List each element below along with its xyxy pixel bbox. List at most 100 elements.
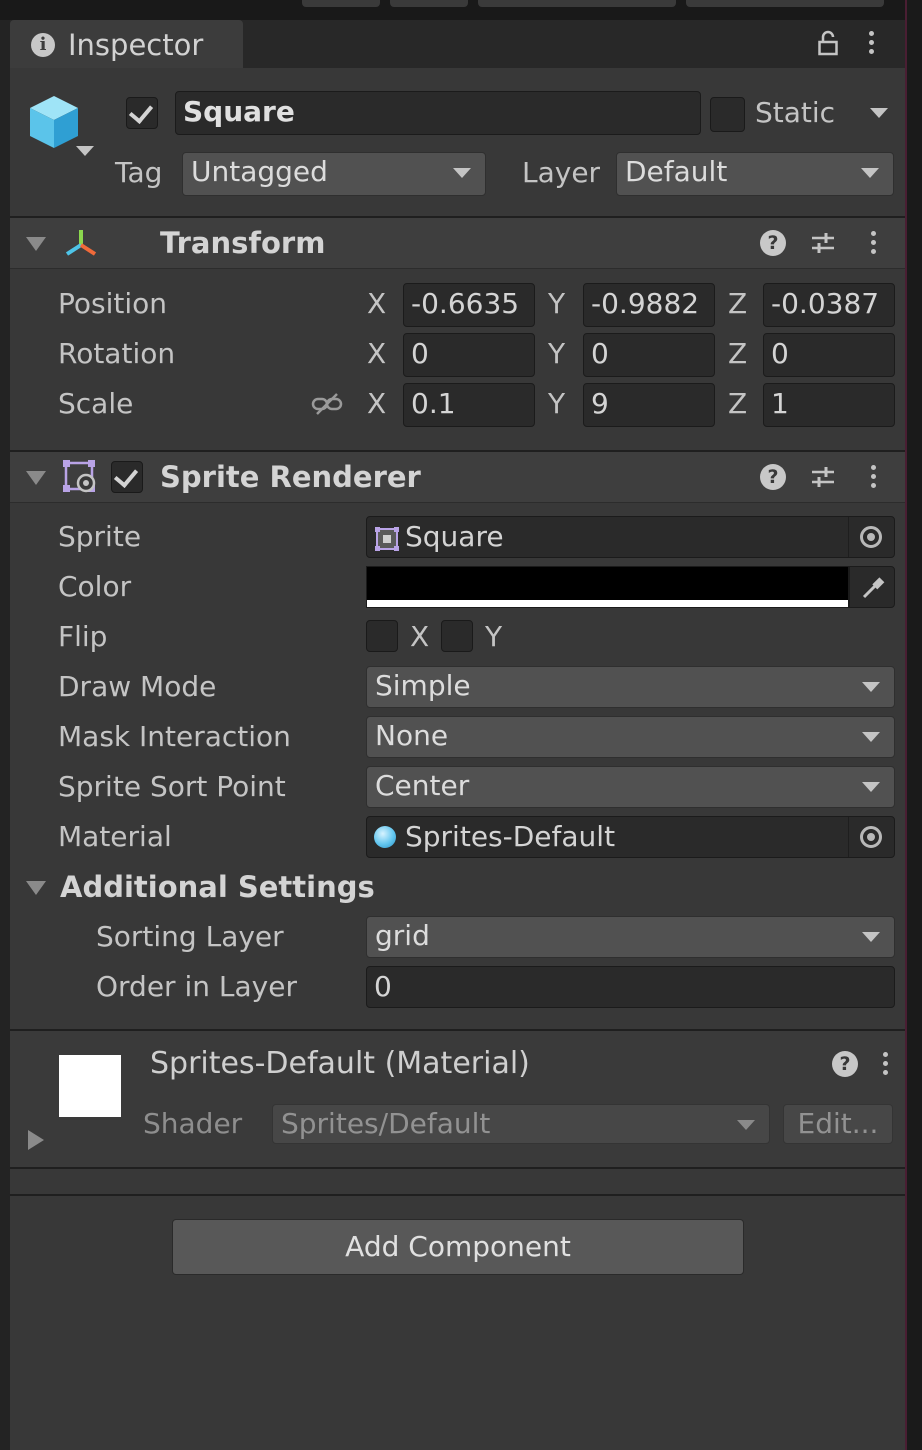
draw-mode-value: Simple	[375, 669, 471, 702]
constrain-proportions-link-icon[interactable]	[311, 392, 343, 416]
material-value: Sprites-Default	[405, 820, 616, 853]
divider	[10, 1194, 905, 1196]
tag-value: Untagged	[191, 155, 328, 188]
tab-inspector-label: Inspector	[68, 28, 204, 62]
static-dropdown-chevron-icon[interactable]	[870, 108, 888, 118]
tag-dropdown[interactable]: Untagged	[182, 152, 486, 196]
material-section-title: Sprites-Default (Material)	[150, 1046, 530, 1081]
chevron-down-icon	[453, 168, 471, 178]
add-component-button[interactable]: Add Component	[172, 1219, 744, 1275]
shader-edit-button[interactable]: Edit...	[783, 1104, 893, 1144]
rotation-x-input[interactable]: 0	[403, 333, 535, 377]
position-y-input[interactable]: -0.9882	[583, 283, 715, 327]
divider	[10, 1167, 905, 1169]
mask-interaction-dropdown[interactable]: None	[366, 716, 895, 758]
transform-menu-icon[interactable]	[871, 231, 877, 258]
sprite-renderer-enabled-checkbox[interactable]	[111, 461, 143, 493]
scale-z-input[interactable]: 1	[763, 383, 895, 427]
axis-z-label[interactable]: Z	[728, 387, 747, 420]
presets-icon[interactable]	[810, 464, 836, 490]
rotation-y-input[interactable]: 0	[583, 333, 715, 377]
axis-z-label[interactable]: Z	[728, 287, 747, 320]
object-name-input[interactable]: Square	[175, 91, 701, 135]
object-picker-icon[interactable]	[860, 526, 882, 548]
help-icon[interactable]: ?	[760, 464, 786, 490]
alpha-bar	[367, 600, 848, 607]
axis-x-label[interactable]: X	[367, 287, 386, 320]
tab-menu-icon[interactable]	[869, 31, 875, 58]
axis-y-label[interactable]: Y	[548, 387, 565, 420]
toolbar-tab-fragment	[390, 0, 468, 7]
sprite-renderer-title: Sprite Renderer	[160, 460, 421, 494]
flip-x-checkbox[interactable]	[366, 620, 398, 652]
position-z-input[interactable]: -0.0387	[763, 283, 895, 327]
shader-dropdown[interactable]: Sprites/Default	[272, 1104, 770, 1144]
material-preview-thumbnail	[59, 1055, 121, 1117]
layer-label: Layer	[522, 156, 601, 189]
divider	[848, 817, 849, 857]
scale-y-input[interactable]: 9	[583, 383, 715, 427]
position-label: Position	[58, 287, 168, 320]
sprite-renderer-menu-icon[interactable]	[871, 465, 877, 492]
object-picker-icon[interactable]	[860, 826, 882, 848]
chevron-down-icon	[737, 1120, 755, 1130]
draw-mode-dropdown[interactable]: Simple	[366, 666, 895, 708]
chevron-down-icon	[861, 168, 879, 178]
lock-icon[interactable]	[818, 30, 838, 56]
presets-icon[interactable]	[810, 230, 836, 256]
axis-y-label[interactable]: Y	[548, 337, 565, 370]
active-checkbox[interactable]	[126, 97, 158, 129]
toolbar-tab-fragment	[686, 0, 884, 7]
sorting-layer-dropdown[interactable]: grid	[366, 916, 895, 958]
sprite-asset-icon	[375, 527, 399, 551]
material-label: Material	[58, 820, 172, 853]
material-asset-icon	[374, 826, 396, 848]
layer-dropdown[interactable]: Default	[616, 152, 894, 196]
additional-settings-title[interactable]: Additional Settings	[60, 870, 375, 904]
help-icon[interactable]: ?	[760, 230, 786, 256]
material-object-field[interactable]: Sprites-Default	[366, 816, 895, 858]
material-menu-icon[interactable]	[883, 1052, 889, 1079]
sorting-layer-label: Sorting Layer	[96, 920, 284, 953]
chevron-down-icon	[862, 932, 880, 942]
flip-label: Flip	[58, 620, 108, 653]
eyedropper-button[interactable]	[849, 566, 895, 608]
order-in-layer-label: Order in Layer	[96, 970, 297, 1003]
sprite-object-field[interactable]: Square	[366, 516, 895, 558]
flip-x-label: X	[410, 620, 430, 653]
rotation-z-input[interactable]: 0	[763, 333, 895, 377]
sprite-sort-point-dropdown[interactable]: Center	[366, 766, 895, 808]
shader-value: Sprites/Default	[281, 1107, 491, 1140]
scale-x-input[interactable]: 0.1	[403, 383, 535, 427]
axis-x-label[interactable]: X	[367, 337, 386, 370]
help-icon[interactable]: ?	[832, 1051, 858, 1077]
info-icon: i	[31, 33, 55, 57]
order-in-layer-input[interactable]: 0	[366, 966, 895, 1008]
material-foldout-icon[interactable]	[28, 1130, 44, 1150]
sprite-sort-point-label: Sprite Sort Point	[58, 770, 286, 803]
mask-interaction-value: None	[375, 719, 449, 752]
sprite-label: Sprite	[58, 520, 142, 553]
divider	[848, 517, 849, 557]
layer-value: Default	[625, 155, 728, 188]
top-toolbar-strip	[0, 0, 922, 20]
position-x-input[interactable]: -0.6635	[403, 283, 535, 327]
axis-x-label[interactable]: X	[367, 387, 386, 420]
eyedropper-icon	[862, 577, 885, 599]
icon-dropdown-chevron-icon[interactable]	[76, 146, 94, 156]
sprite-renderer-icon	[63, 460, 96, 493]
axis-z-label[interactable]: Z	[728, 337, 747, 370]
additional-settings-foldout-icon[interactable]	[26, 881, 46, 895]
transform-title: Transform	[160, 226, 326, 260]
color-swatch[interactable]	[366, 566, 849, 608]
sprite-renderer-foldout-icon[interactable]	[26, 471, 46, 485]
rotation-label: Rotation	[58, 337, 176, 370]
divider	[10, 268, 905, 269]
shader-label: Shader	[143, 1107, 243, 1140]
static-checkbox[interactable]	[710, 97, 745, 132]
transform-foldout-icon[interactable]	[26, 237, 46, 251]
sprite-value: Square	[405, 520, 504, 553]
sprite-sort-point-value: Center	[375, 769, 470, 802]
axis-y-label[interactable]: Y	[548, 287, 565, 320]
flip-y-checkbox[interactable]	[441, 620, 473, 652]
